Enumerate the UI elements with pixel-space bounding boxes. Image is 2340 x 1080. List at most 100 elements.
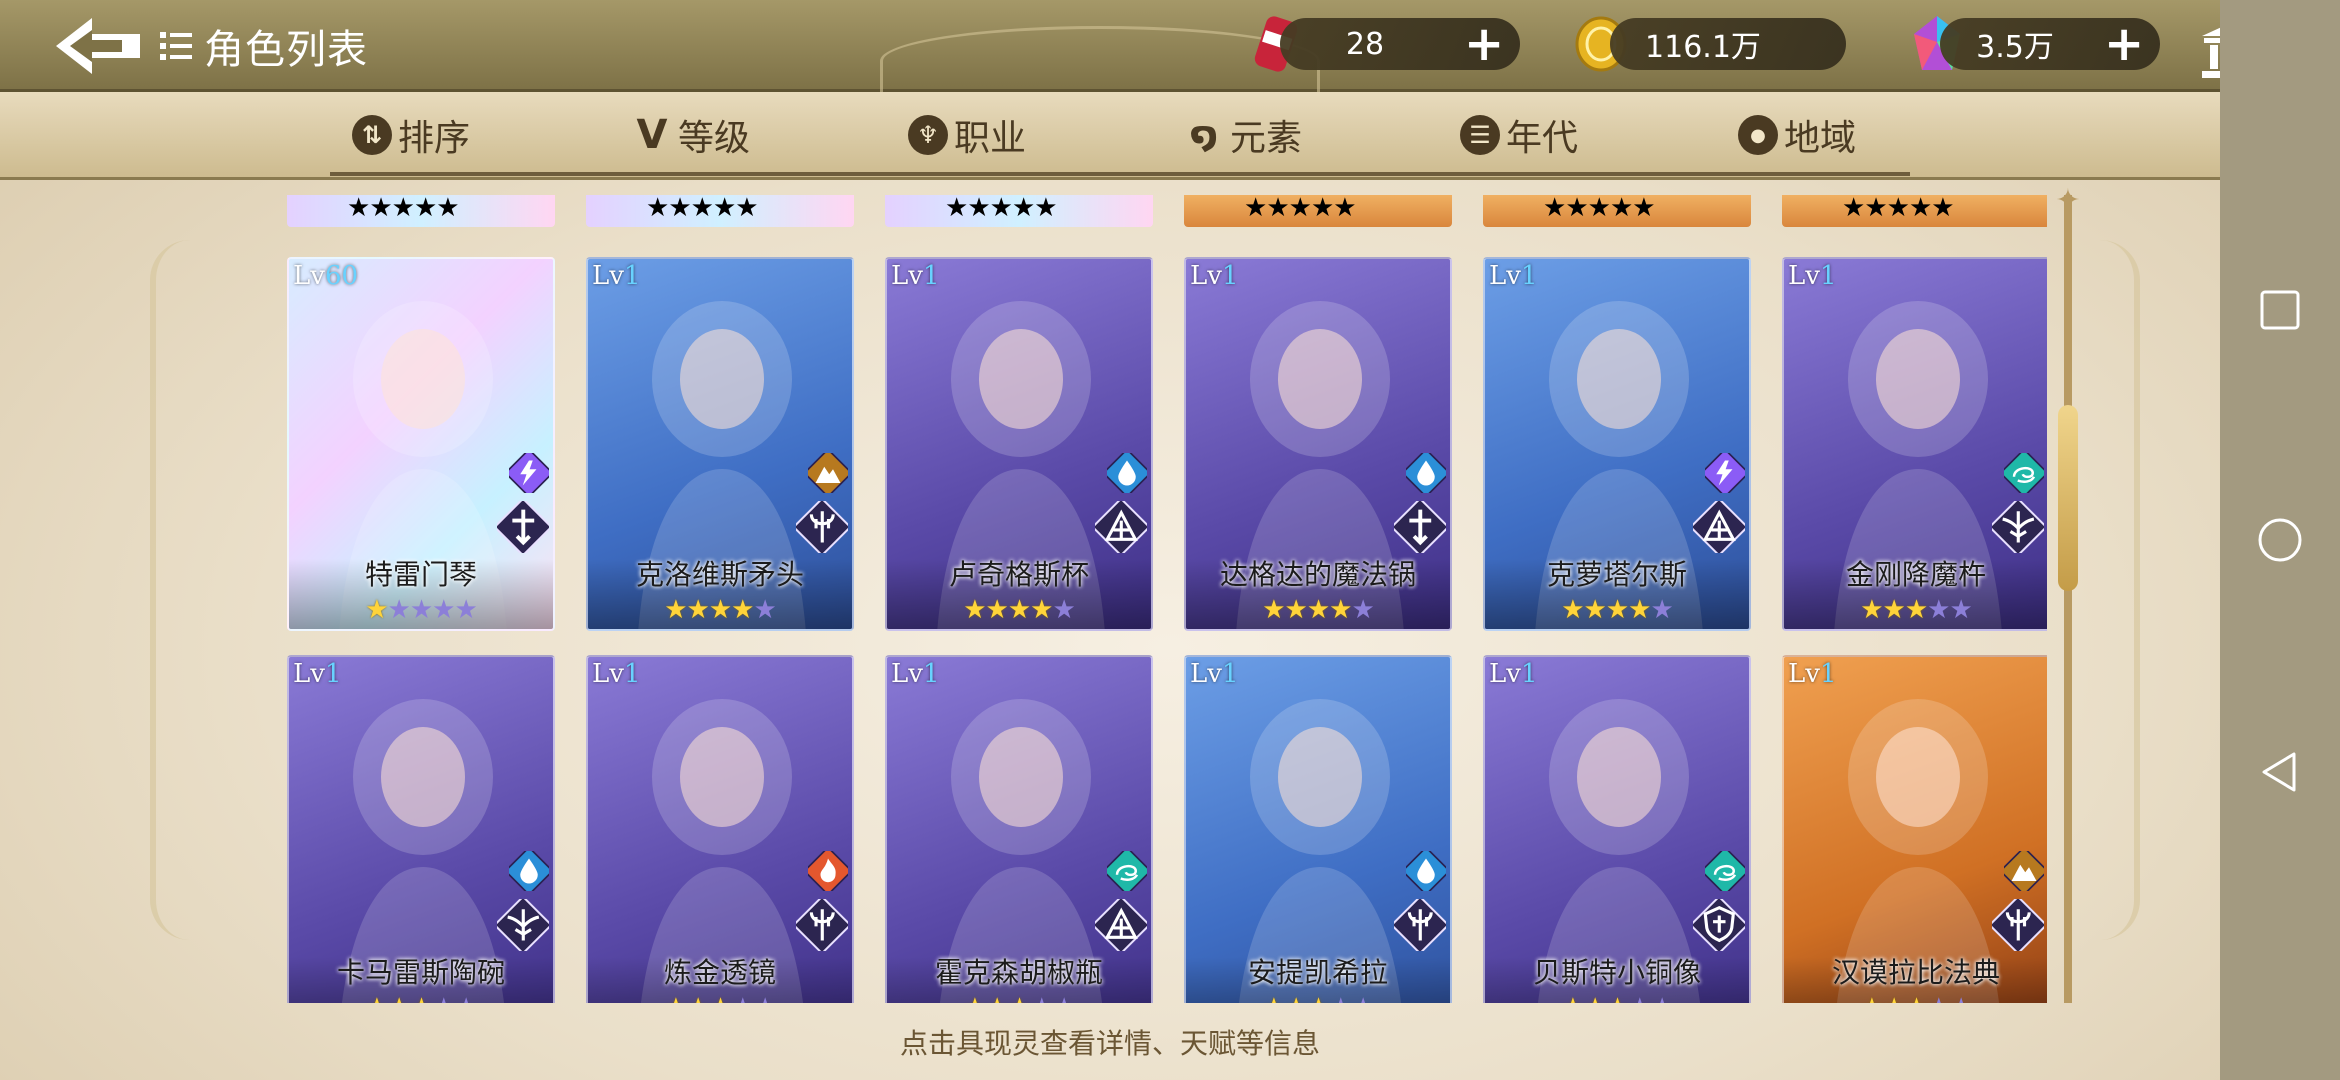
list-icon — [160, 32, 192, 60]
page-title-text: 角色列表 — [204, 27, 368, 73]
star-filled-icon: ★ — [1583, 595, 1607, 625]
character-card[interactable]: Lv1 金刚降魔杵 ★★★★★ — [1782, 257, 2047, 631]
character-card[interactable]: Lv1 炼金透镜 ★★★★★ — [586, 655, 854, 1003]
level-label: Lv1 — [1489, 261, 1538, 291]
character-name: 克洛维斯矛头 — [635, 558, 804, 591]
star-empty-icon: ★ — [1609, 195, 1633, 223]
card-stub[interactable]: ★★★★★ — [1483, 195, 1751, 227]
character-name: 克萝塔尔斯 — [1546, 558, 1687, 591]
filter-level[interactable]: V 等级 — [632, 110, 751, 160]
currency-gem-value: 3.5万 — [1976, 30, 2054, 65]
level-label: Lv1 — [1190, 659, 1239, 689]
wind-element-icon — [1107, 851, 1147, 891]
card-stub[interactable]: ★★★★★ — [1782, 195, 2047, 227]
back-arrow-icon — [56, 18, 140, 74]
character-card[interactable]: Lv1 汉谟拉比法典 ★★★★★ — [1782, 655, 2047, 1003]
star-empty-icon: ★ — [432, 993, 455, 1003]
level-prefix: Lv — [592, 261, 624, 291]
star-empty-icon: ★ — [1927, 595, 1950, 625]
star-rating: ★★★★★ — [1186, 595, 1450, 625]
stub-stars: ★★★★★ — [646, 195, 759, 223]
mountain-element-icon — [2004, 851, 2044, 891]
back-button[interactable] — [52, 14, 144, 78]
character-card[interactable]: Lv1 贝斯特小铜像 ★★★★★ — [1483, 655, 1751, 1003]
star-empty-icon: ★ — [753, 595, 776, 625]
currency-gold: 116.1万 — [1610, 18, 1846, 70]
level-number: 1 — [623, 261, 641, 291]
star-filled-icon: ★ — [1561, 595, 1584, 625]
stub-stars: ★★★★★ — [1842, 195, 1955, 223]
home-icon[interactable] — [2256, 516, 2304, 564]
level-label: Lv60 — [293, 261, 358, 291]
star-empty-icon: ★ — [413, 195, 437, 223]
character-card[interactable]: Lv1 克洛维斯矛头 ★★★★★ — [586, 257, 854, 631]
lightning-element-icon — [509, 453, 549, 493]
filter-divider — [330, 172, 1910, 176]
character-card[interactable]: Lv1 安提凯希拉 ★★★★★ — [1184, 655, 1452, 1003]
card-stub[interactable]: ★★★★★ — [287, 195, 555, 227]
star-empty-icon: ★ — [1908, 195, 1932, 223]
add-stamina-button[interactable]: + — [1464, 20, 1504, 68]
character-card[interactable]: Lv1 卢奇格斯杯 ★★★★★ — [885, 257, 1153, 631]
recent-apps-icon[interactable] — [2256, 286, 2304, 334]
character-card[interactable]: Lv60 特雷门琴 ★★★★★ — [287, 257, 555, 631]
star-empty-icon: ★ — [1011, 195, 1035, 223]
star-empty-icon: ★ — [1650, 993, 1673, 1003]
winged-class-icon — [1992, 501, 2044, 553]
character-name: 安提凯希拉 — [1247, 956, 1388, 989]
scrollbar-thumb[interactable] — [2058, 405, 2078, 591]
character-name: 卡马雷斯陶碗 — [336, 956, 505, 989]
card-stub[interactable]: ★★★★★ — [586, 195, 854, 227]
filter-class[interactable]: ♆ 职业 — [908, 110, 1026, 160]
card-stub[interactable]: ★★★★★ — [1184, 195, 1452, 227]
card-stub[interactable]: ★★★★★ — [885, 195, 1153, 227]
wind-element-icon — [1705, 851, 1745, 891]
star-rating: ★★★★★ — [1784, 993, 2047, 1003]
star-empty-icon: ★ — [369, 195, 392, 223]
character-name: 霍克森胡椒瓶 — [934, 956, 1103, 989]
character-name: 特雷门琴 — [364, 558, 477, 591]
filter-sort[interactable]: ⇅ 排序 — [352, 110, 470, 160]
filter-region[interactable]: ● 地域 — [1738, 110, 1856, 160]
filter-element-label: 元素 — [1230, 118, 1303, 159]
filter-element[interactable]: ໑ 元素 — [1184, 110, 1302, 160]
level-number: 1 — [922, 659, 940, 689]
back-nav-icon[interactable] — [2256, 748, 2304, 796]
level-label: Lv1 — [891, 659, 940, 689]
star-empty-icon: ★ — [1949, 993, 1972, 1003]
star-empty-icon: ★ — [409, 595, 433, 625]
star-empty-icon: ★ — [1927, 993, 1950, 1003]
scrollbar-track[interactable] — [2064, 195, 2072, 1003]
level-number: 1 — [1520, 261, 1538, 291]
filter-region-label: 地域 — [1784, 118, 1857, 159]
star-empty-icon: ★ — [1628, 993, 1651, 1003]
star-empty-icon: ★ — [1310, 195, 1334, 223]
star-filled-icon: ★ — [731, 595, 754, 625]
level-prefix: Lv — [1489, 261, 1521, 291]
cross-class-icon — [497, 501, 549, 553]
character-grid[interactable]: ★★★★★ ★★★★★ ★★★★★ ★★★★★ ★★★★★ ★★★★★ Lv60 — [287, 195, 2047, 1003]
star-filled-icon: ★ — [1262, 595, 1285, 625]
star-filled-icon: ★ — [963, 993, 986, 1003]
star-empty-icon: ★ — [1288, 195, 1312, 223]
sort-icon: ⇅ — [352, 115, 392, 155]
tower-class-icon — [1693, 501, 1745, 553]
star-empty-icon: ★ — [690, 195, 714, 223]
star-filled-icon: ★ — [1285, 993, 1308, 1003]
character-card[interactable]: Lv1 霍克森胡椒瓶 ★★★★★ — [885, 655, 1153, 1003]
character-card[interactable]: Lv1 克萝塔尔斯 ★★★★★ — [1483, 257, 1751, 631]
level-number: 1 — [623, 659, 641, 689]
character-name: 炼金透镜 — [663, 956, 776, 989]
star-rating: ★★★★★ — [1186, 993, 1450, 1003]
location-pin-icon: ● — [1738, 115, 1778, 155]
star-filled-icon: ★ — [1329, 595, 1352, 625]
star-filled-icon: ★ — [365, 993, 388, 1003]
star-filled-icon: ★ — [686, 595, 710, 625]
star-rating: ★★★★★ — [289, 595, 553, 625]
star-filled-icon: ★ — [687, 993, 710, 1003]
filter-era[interactable]: ☰ 年代 — [1460, 110, 1578, 160]
character-card[interactable]: Lv1 达格达的魔法锅 ★★★★★ — [1184, 257, 1452, 631]
character-card[interactable]: Lv1 卡马雷斯陶碗 ★★★★★ — [287, 655, 555, 1003]
level-prefix: Lv — [1788, 261, 1820, 291]
add-gem-button[interactable]: + — [2104, 20, 2144, 68]
